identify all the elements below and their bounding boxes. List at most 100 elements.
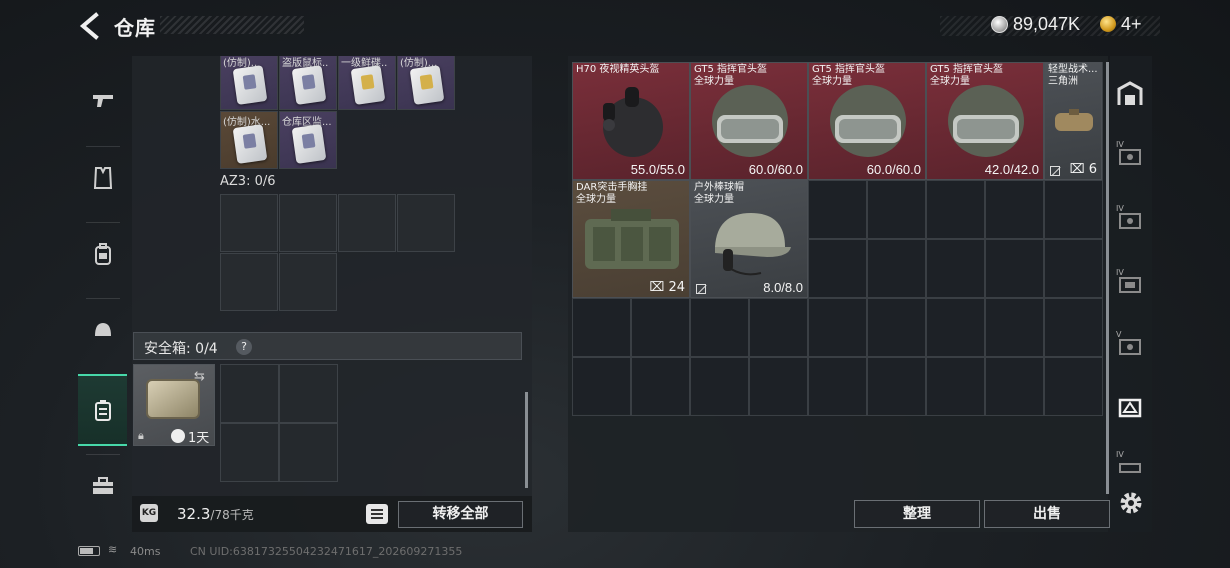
lock-icon: 🔒︎ [138, 429, 144, 442]
grid-cell[interactable] [631, 357, 690, 416]
grid-cell[interactable] [926, 180, 985, 239]
item-light-tactical[interactable]: 轻型战术... 三角洲 ⌧ 6 [1044, 62, 1102, 180]
grid-cell[interactable] [1044, 239, 1103, 298]
capacity-count: ⌧ 6 [1069, 162, 1097, 177]
item-dar-chest-rig[interactable]: DAR突击手胸挂 全球力量 ⌧ 24 [572, 180, 690, 298]
list-item[interactable]: (仿制)... [397, 56, 455, 110]
grid-cell[interactable] [926, 357, 985, 416]
item-h70-helmet[interactable]: H70 夜视精英头盔 55.0/55.0 [572, 62, 690, 180]
grid-cell[interactable] [690, 357, 749, 416]
swap-icon[interactable]: ⇆ [194, 369, 205, 384]
helmet-icon [830, 85, 906, 157]
tab-helmet[interactable] [78, 298, 127, 362]
helmet-icon [948, 85, 1024, 157]
token-icon [1100, 16, 1116, 32]
grid-cell[interactable] [808, 239, 867, 298]
empty-slot[interactable] [220, 364, 279, 423]
grid-cell[interactable] [985, 180, 1044, 239]
item-gt5-helmet[interactable]: GT5 指挥官头盔 全球力量 60.0/60.0 [690, 62, 808, 180]
safe-box-item[interactable]: ⇆ 🔒︎ 1天 [133, 364, 215, 446]
grid-cell[interactable] [631, 298, 690, 357]
empty-slot[interactable] [279, 194, 337, 252]
list-item[interactable]: 一级鲜碟.. [338, 56, 396, 110]
grid-cell[interactable] [867, 180, 926, 239]
storage-box-tab[interactable]: IV [1114, 204, 1146, 236]
grid-cell[interactable] [808, 180, 867, 239]
empty-slot[interactable] [279, 253, 337, 311]
grid-cell[interactable] [749, 357, 808, 416]
weight-current: 32.3 [177, 505, 211, 523]
list-item[interactable]: (仿制).. [220, 56, 278, 110]
sort-button[interactable]: 整理 [854, 500, 980, 528]
ping-readout: 40ms [130, 545, 161, 558]
empty-slot[interactable] [279, 364, 338, 423]
keycard-icon [291, 124, 327, 164]
grid-cell[interactable] [867, 357, 926, 416]
safe-box-duration: 1天 [188, 431, 210, 446]
weight-readout: 32.3/78千克 [177, 505, 254, 523]
az3-capacity-label: AZ3: 0/6 [220, 174, 276, 189]
storage-scrollbar[interactable] [525, 392, 528, 488]
grid-cell[interactable] [985, 357, 1044, 416]
slot-icon [1050, 166, 1060, 176]
grid-cell[interactable] [572, 357, 631, 416]
empty-slot[interactable] [220, 253, 278, 311]
grid-cell[interactable] [808, 357, 867, 416]
list-item[interactable]: 盗版鼠标.. [279, 56, 337, 110]
grid-cell[interactable] [867, 239, 926, 298]
tab-container[interactable] [78, 374, 127, 446]
storage-box-tab[interactable]: V [1114, 330, 1146, 362]
grid-cell[interactable] [572, 298, 631, 357]
grid-cell[interactable] [985, 239, 1044, 298]
grid-cell[interactable] [926, 298, 985, 357]
storage-box-tab-active[interactable] [1114, 392, 1146, 424]
gear-icon[interactable] [1118, 490, 1144, 516]
grid-cell[interactable] [1044, 180, 1103, 239]
transfer-all-button[interactable]: 转移全部 [398, 501, 523, 528]
grid-cell[interactable] [1044, 298, 1103, 357]
keycard-icon [232, 124, 268, 164]
grid-cell[interactable] [808, 298, 867, 357]
bag-icon [1055, 109, 1093, 131]
helmet-icon [94, 323, 111, 336]
tab-toolbox[interactable] [78, 454, 127, 518]
token-balance[interactable]: 4+ [1121, 14, 1142, 35]
item-gt5-helmet[interactable]: GT5 指挥官头盔 全球力量 42.0/42.0 [926, 62, 1044, 180]
empty-slot[interactable] [338, 194, 396, 252]
tab-vest[interactable] [78, 146, 127, 210]
weight-icon: KG [140, 504, 158, 522]
grid-cell[interactable] [690, 298, 749, 357]
storage-box-tab[interactable]: IV [1114, 450, 1146, 482]
empty-slot[interactable] [220, 194, 278, 252]
tab-backpack[interactable] [78, 222, 127, 286]
sell-button[interactable]: 出售 [984, 500, 1110, 528]
keycard-icon [350, 65, 386, 105]
warehouse-tab[interactable] [1114, 78, 1146, 110]
helmet-icon [712, 85, 788, 157]
empty-slot[interactable] [397, 194, 455, 252]
storage-box-icon [1119, 463, 1141, 473]
back-arrow-icon[interactable] [78, 12, 102, 40]
list-view-button[interactable] [366, 504, 388, 524]
list-item[interactable]: (仿制)水... [220, 111, 278, 169]
empty-slot[interactable] [220, 423, 279, 482]
grid-cell[interactable] [749, 298, 808, 357]
storage-box-tab[interactable]: IV [1114, 140, 1146, 172]
inventory-scrollbar[interactable] [1106, 62, 1109, 494]
grid-cell[interactable] [926, 239, 985, 298]
grid-cell[interactable] [867, 298, 926, 357]
toolbox-icon [92, 477, 113, 494]
bottom-bar: KG 32.3/78千克 转移全部 [132, 496, 532, 532]
storage-box-tab[interactable]: IV [1114, 268, 1146, 300]
grid-cell[interactable] [985, 298, 1044, 357]
list-item[interactable]: 仓库区监... [279, 111, 337, 169]
wifi-icon: ≋ [108, 543, 118, 556]
coin-icon [991, 16, 1008, 33]
tab-weapon[interactable] [78, 68, 127, 132]
empty-slot[interactable] [279, 423, 338, 482]
item-gt5-helmet[interactable]: GT5 指挥官头盔 全球力量 60.0/60.0 [808, 62, 926, 180]
item-baseball-cap[interactable]: 户外棒球帽 全球力量 8.0/8.0 [690, 180, 808, 298]
warehouse-icon [1117, 81, 1143, 105]
help-icon[interactable]: ? [236, 339, 252, 355]
grid-cell[interactable] [1044, 357, 1103, 416]
